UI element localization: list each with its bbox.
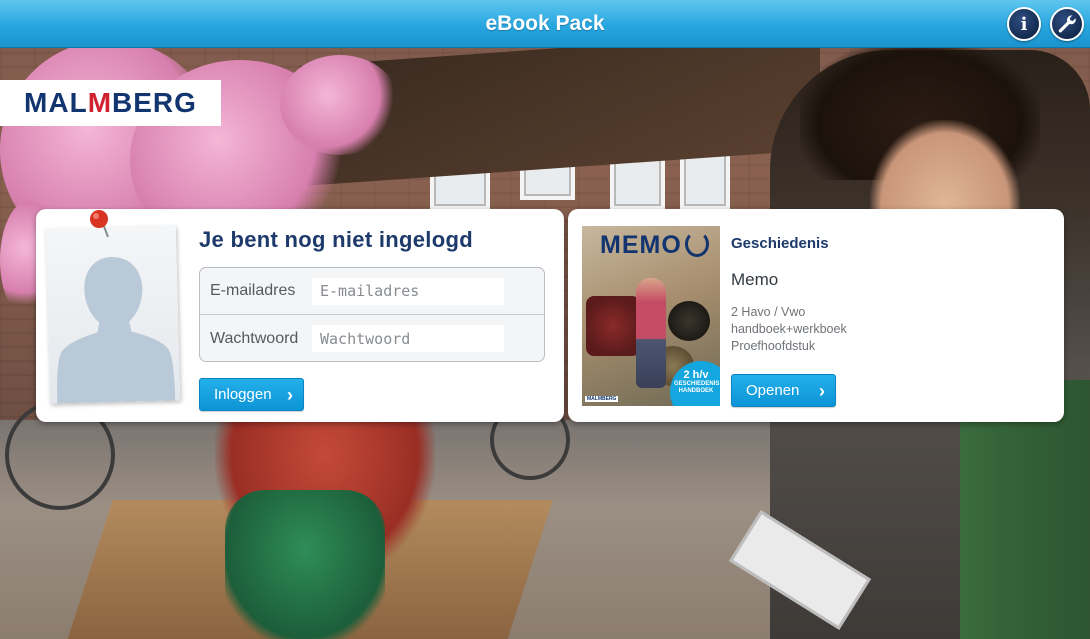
open-book-button[interactable]: Openen › — [731, 374, 836, 407]
email-row: E-mailadres — [200, 268, 544, 315]
chevron-right-icon: › — [819, 381, 825, 401]
login-heading: Je bent nog niet ingelogd — [199, 227, 473, 252]
book-title: Memo — [731, 270, 779, 289]
password-row: Wachtwoord — [200, 315, 544, 361]
chevron-right-icon: › — [287, 385, 293, 405]
cover-publisher: MALMBERG — [585, 396, 619, 402]
memo-arrow-icon — [685, 231, 709, 257]
wrench-icon — [1058, 15, 1076, 33]
login-button-label: Inloggen — [214, 386, 272, 403]
book-chapter: Proefhoofdstuk — [731, 339, 816, 353]
login-card: Je bent nog niet ingelogd E-mailadres Wa… — [36, 209, 564, 422]
login-button[interactable]: Inloggen › — [199, 378, 304, 411]
email-label: E-mailadres — [210, 282, 296, 299]
user-silhouette-icon — [57, 257, 176, 404]
cover-title: MEMO — [600, 231, 682, 259]
app-header: eBook Pack i — [0, 0, 1090, 48]
book-card: MEMO 2 h/v GESCHIEDENIS HANDBOEK MALMBER… — [568, 209, 1064, 422]
logo-text: MALMBERG — [24, 87, 197, 118]
login-form: E-mailadres Wachtwoord — [199, 267, 545, 362]
password-field[interactable] — [312, 325, 504, 352]
pushpin-icon — [90, 210, 109, 238]
avatar-placeholder — [45, 225, 181, 404]
password-label: Wachtwoord — [210, 329, 299, 347]
book-edition: handboek+werkboek — [731, 322, 847, 336]
app-title: eBook Pack — [485, 11, 605, 35]
open-button-label: Openen — [746, 382, 800, 399]
email-field[interactable] — [312, 277, 504, 305]
malmberg-logo: MALMBERG — [0, 80, 221, 126]
book-level: 2 Havo / Vwo — [731, 305, 806, 319]
info-button[interactable]: i — [1007, 7, 1041, 41]
info-icon: i — [1020, 13, 1028, 35]
book-subject: Geschiedenis — [731, 235, 829, 252]
book-cover[interactable]: MEMO 2 h/v GESCHIEDENIS HANDBOEK MALMBER… — [582, 226, 720, 406]
settings-button[interactable] — [1050, 7, 1084, 41]
